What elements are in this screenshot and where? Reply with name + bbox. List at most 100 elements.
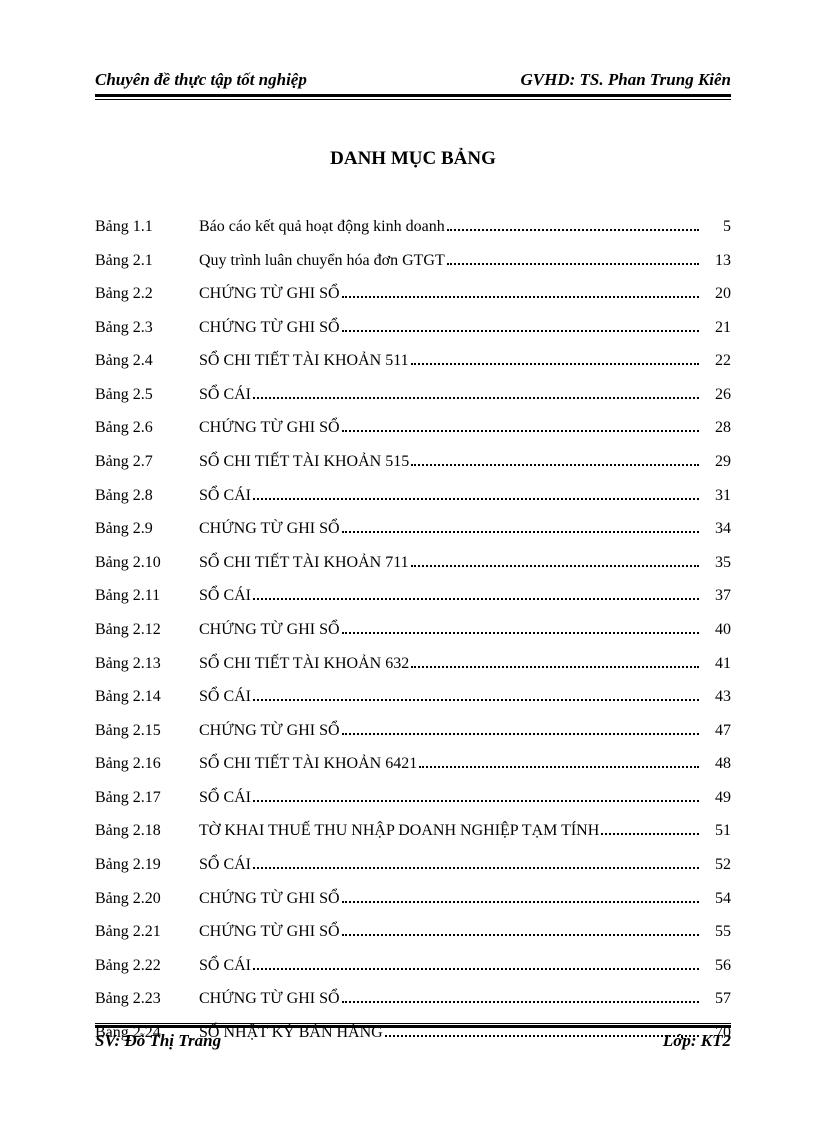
toc-label: Bảng 2.11 — [95, 585, 199, 607]
toc-description: CHỨNG TỪ GHI SỔ — [199, 317, 340, 339]
toc-row: Bảng 2.13SỔ CHI TIẾT TÀI KHOẢN 63241 — [95, 653, 731, 675]
toc-label: Bảng 2.8 — [95, 485, 199, 507]
toc-label: Bảng 2.15 — [95, 720, 199, 742]
toc-description: CHỨNG TỪ GHI SỔ — [199, 720, 340, 742]
toc-description: Quy trình luân chuyển hóa đơn GTGT — [199, 250, 445, 272]
toc-label: Bảng 1.1 — [95, 216, 199, 238]
toc-row: Bảng 2.10SỔ CHI TIẾT TÀI KHOẢN 71135 — [95, 552, 731, 574]
toc-page-number: 26 — [703, 384, 731, 406]
toc-description: SỔ CHI TIẾT TÀI KHOẢN 711 — [199, 552, 409, 574]
toc-description: SỔ CHI TIẾT TÀI KHOẢN 515 — [199, 451, 409, 473]
toc-leader-dots — [253, 397, 699, 399]
toc-label: Bảng 2.6 — [95, 417, 199, 439]
toc-row: Bảng 2.18TỜ KHAI THUẾ THU NHẬP DOANH NGH… — [95, 820, 731, 842]
toc-label: Bảng 2.14 — [95, 686, 199, 708]
toc-label: Bảng 2.23 — [95, 988, 199, 1010]
toc-description: SỔ CHI TIẾT TÀI KHOẢN 6421 — [199, 753, 417, 775]
toc-leader-dots — [253, 699, 699, 701]
toc-leader-dots — [601, 833, 699, 835]
toc-page-number: 55 — [703, 921, 731, 943]
toc-label: Bảng 2.18 — [95, 820, 199, 842]
toc-label: Bảng 2.19 — [95, 854, 199, 876]
toc-leader-dots — [411, 363, 699, 365]
toc-description: Báo cáo kết quả hoạt động kinh doanh — [199, 216, 445, 238]
toc-description: CHỨNG TỪ GHI SỔ — [199, 921, 340, 943]
toc-leader-dots — [253, 598, 699, 600]
toc-page-number: 5 — [703, 216, 731, 238]
toc-leader-dots — [253, 867, 699, 869]
toc-row: Bảng 2.7SỔ CHI TIẾT TÀI KHOẢN 515 29 — [95, 451, 731, 473]
toc-page-number: 22 — [703, 350, 731, 372]
toc-row: Bảng 2.4SỔ CHI TIẾT TÀI KHOẢN 511 22 — [95, 350, 731, 372]
toc-description: CHỨNG TỪ GHI SỔ — [199, 417, 340, 439]
toc-page-number: 40 — [703, 619, 731, 641]
toc-page-number: 41 — [703, 653, 731, 675]
toc-row: Bảng 2.15CHỨNG TỪ GHI SỔ 47 — [95, 720, 731, 742]
toc-label: Bảng 2.3 — [95, 317, 199, 339]
toc-label: Bảng 2.12 — [95, 619, 199, 641]
toc-page-number: 51 — [703, 820, 731, 842]
toc-page-number: 47 — [703, 720, 731, 742]
toc-row: Bảng 2.14SỔ CÁI43 — [95, 686, 731, 708]
toc-leader-dots — [411, 464, 699, 466]
footer-left: SV: Đỗ Thị Trang — [95, 1031, 221, 1051]
toc-description: SỔ CÁI — [199, 854, 251, 876]
toc-description: SỔ CHI TIẾT TÀI KHOẢN 511 — [199, 350, 409, 372]
toc-page-number: 48 — [703, 753, 731, 775]
toc-leader-dots — [342, 632, 699, 634]
header-rule-thin — [95, 99, 731, 100]
toc-page-number: 35 — [703, 552, 731, 574]
toc-leader-dots — [342, 934, 699, 936]
toc-leader-dots — [411, 565, 699, 567]
toc-page-number: 20 — [703, 283, 731, 305]
toc-description: SỔ CHI TIẾT TÀI KHOẢN 632 — [199, 653, 409, 675]
toc-row: Bảng 1.1Báo cáo kết quả hoạt động kinh d… — [95, 216, 731, 238]
toc-page-number: 49 — [703, 787, 731, 809]
toc-page-number: 37 — [703, 585, 731, 607]
toc-description: CHỨNG TỪ GHI SỔ — [199, 888, 340, 910]
toc-leader-dots — [253, 968, 699, 970]
toc-leader-dots — [342, 330, 699, 332]
toc-row: Bảng 2.9CHỨNG TỪ GHI SỔ34 — [95, 518, 731, 540]
toc-description: SỔ CÁI — [199, 485, 251, 507]
toc-row: Bảng 2.6CHỨNG TỪ GHI SỔ28 — [95, 417, 731, 439]
toc-row: Bảng 2.17SỔ CÁI49 — [95, 787, 731, 809]
toc-leader-dots — [411, 666, 699, 668]
toc-row: Bảng 2.23CHỨNG TỪ GHI SỔ57 — [95, 988, 731, 1010]
toc-leader-dots — [342, 430, 699, 432]
toc-description: TỜ KHAI THUẾ THU NHẬP DOANH NGHIỆP TẠM T… — [199, 820, 599, 842]
toc-page-number: 21 — [703, 317, 731, 339]
footer-right: Lớp: KT2 — [663, 1031, 731, 1051]
toc-leader-dots — [342, 901, 699, 903]
toc-row: Bảng 2.5SỔ CÁI26 — [95, 384, 731, 406]
toc-leader-dots — [253, 498, 699, 500]
toc-page-number: 54 — [703, 888, 731, 910]
toc-label: Bảng 2.7 — [95, 451, 199, 473]
header-left: Chuyên đề thực tập tốt nghiệp — [95, 70, 307, 90]
toc-leader-dots — [253, 800, 699, 802]
toc-label: Bảng 2.4 — [95, 350, 199, 372]
toc-description: SỔ CÁI — [199, 384, 251, 406]
toc-leader-dots — [342, 733, 699, 735]
toc-row: Bảng 2.3CHỨNG TỪ GHI SỔ 21 — [95, 317, 731, 339]
toc-row: Bảng 2.19SỔ CÁI52 — [95, 854, 731, 876]
footer-rule-thick — [95, 1025, 731, 1028]
toc-description: CHỨNG TỪ GHI SỔ — [199, 518, 340, 540]
toc-page-number: 34 — [703, 518, 731, 540]
toc-row: Bảng 2.8SỔ CÁI 31 — [95, 485, 731, 507]
toc-page-number: 56 — [703, 955, 731, 977]
toc-leader-dots — [447, 229, 699, 231]
toc-leader-dots — [342, 531, 699, 533]
toc-page-number: 31 — [703, 485, 731, 507]
toc-description: SỔ CÁI — [199, 585, 251, 607]
toc-page-number: 43 — [703, 686, 731, 708]
toc-label: Bảng 2.2 — [95, 283, 199, 305]
header-rule-thick — [95, 94, 731, 97]
toc-leader-dots — [447, 263, 699, 265]
toc-row: Bảng 2.16SỔ CHI TIẾT TÀI KHOẢN 6421 48 — [95, 753, 731, 775]
toc-label: Bảng 2.16 — [95, 753, 199, 775]
toc-leader-dots — [342, 296, 699, 298]
page-title: DANH MỤC BẢNG — [95, 148, 731, 170]
toc-leader-dots — [342, 1001, 699, 1003]
toc-page-number: 29 — [703, 451, 731, 473]
